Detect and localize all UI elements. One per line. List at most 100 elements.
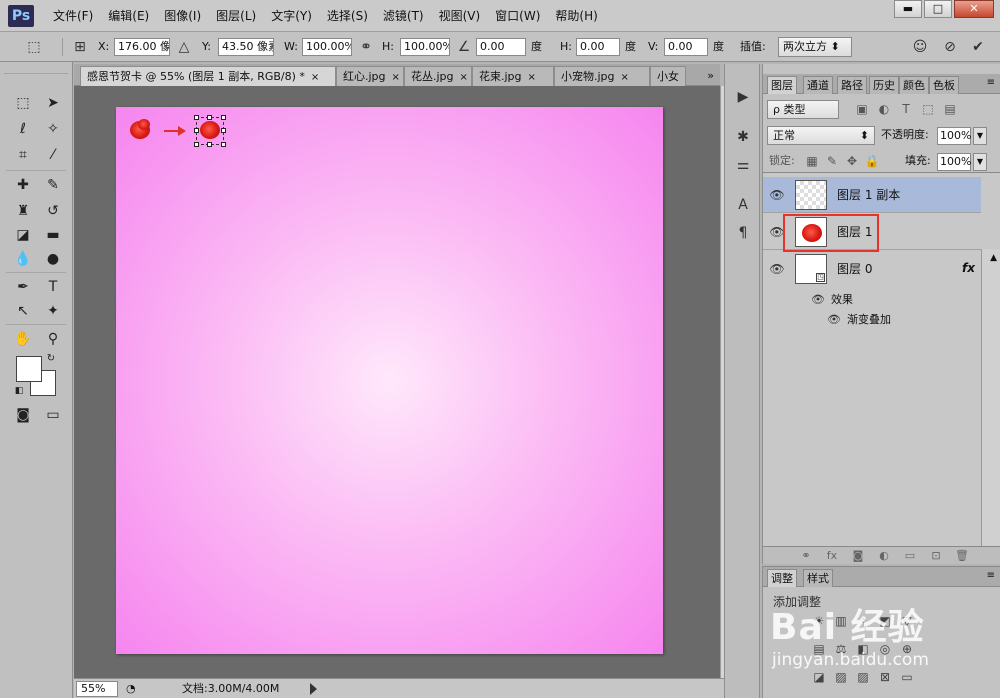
document-canvas[interactable]	[116, 107, 663, 654]
canvas-workspace[interactable]	[74, 86, 720, 678]
menu-view[interactable]: 视图(V)	[434, 0, 486, 32]
height-scale-input[interactable]: 100.00%	[400, 38, 450, 56]
close-window-button[interactable]: ✕	[954, 0, 994, 18]
actions-play-icon[interactable]: ▶	[730, 86, 756, 108]
filter-adjustment-icon[interactable]: ◐	[875, 100, 893, 118]
lock-image-icon[interactable]: ✎	[823, 152, 841, 170]
character-panel-icon[interactable]: A	[730, 194, 756, 216]
tab-styles[interactable]: 样式	[803, 569, 833, 587]
lock-transparent-icon[interactable]: ▦	[803, 152, 821, 170]
v-skew-input[interactable]: 0.00	[664, 38, 708, 56]
default-colors-icon[interactable]: ◧	[12, 384, 26, 398]
transform-handle[interactable]	[194, 142, 199, 147]
tab-close-icon[interactable]: ×	[392, 72, 400, 83]
effects-row[interactable]: 👁 效果	[811, 291, 853, 309]
maximize-button[interactable]: □	[924, 0, 952, 18]
type-tool-icon[interactable]: T	[40, 276, 66, 298]
new-adjustment-icon[interactable]: ◐	[875, 548, 893, 564]
lock-position-icon[interactable]: ✥	[843, 152, 861, 170]
fill-input[interactable]: 100%	[937, 153, 971, 171]
transform-handle[interactable]	[207, 142, 212, 147]
add-style-icon[interactable]: fx	[823, 548, 841, 564]
move-tool-icon[interactable]: ➤	[40, 92, 66, 114]
photo-filter-icon[interactable]: ◎	[877, 641, 893, 657]
status-menu-arrow-icon[interactable]	[310, 683, 317, 695]
history-brush-tool-icon[interactable]: ↺	[40, 200, 66, 222]
hue-saturation-icon[interactable]: ▤	[811, 641, 827, 657]
tab-channels[interactable]: 通道	[803, 76, 833, 94]
transform-handle[interactable]	[221, 142, 226, 147]
tab-swatches[interactable]: 色板	[929, 76, 959, 94]
brightness-icon[interactable]: ☀	[811, 613, 827, 629]
add-mask-icon[interactable]: ◙	[849, 548, 867, 564]
pen-tool-icon[interactable]: ✒	[10, 276, 36, 298]
posterize-icon[interactable]: ▨	[833, 669, 849, 685]
color-balance-icon[interactable]: ⚖	[833, 641, 849, 657]
zoom-level-input[interactable]: 55%	[76, 681, 118, 697]
minimize-button[interactable]: ▬	[894, 0, 922, 18]
transform-handle[interactable]	[194, 128, 199, 133]
tab-close-icon[interactable]: ×	[460, 72, 468, 83]
cancel-transform-icon[interactable]: ⊘	[940, 37, 960, 57]
dodge-tool-icon[interactable]: ●	[40, 248, 66, 270]
new-group-icon[interactable]: ▭	[901, 548, 919, 564]
tab-color[interactable]: 颜色	[899, 76, 929, 94]
interpolation-select[interactable]: 两次立方 ⬍	[778, 37, 852, 57]
x-position-input[interactable]: 176.00 像素	[114, 38, 170, 56]
marquee-tool-icon[interactable]: ⬚	[10, 92, 36, 114]
tab-close-icon[interactable]: ×	[621, 72, 629, 83]
tab-adjustments[interactable]: 调整	[767, 569, 797, 587]
magic-wand-tool-icon[interactable]: ✧	[40, 118, 66, 140]
lock-all-icon[interactable]: 🔒	[863, 152, 881, 170]
effects-eye-icon[interactable]: 👁	[811, 293, 825, 306]
menu-layer[interactable]: 图层(L)	[211, 0, 261, 32]
menu-file[interactable]: 文件(F)	[48, 0, 98, 32]
visibility-eye-icon[interactable]: 👁	[769, 261, 785, 277]
tab-paths[interactable]: 路径	[837, 76, 867, 94]
blend-mode-select[interactable]: 正常 ⬍	[767, 126, 875, 145]
layer-filter-kind-select[interactable]: ρ 类型	[767, 100, 839, 119]
effect-item-row[interactable]: 👁 渐变叠加	[827, 311, 891, 329]
effect-eye-icon[interactable]: 👁	[827, 313, 841, 326]
swap-colors-icon[interactable]: ↻	[44, 352, 58, 366]
tab-history[interactable]: 历史	[869, 76, 899, 94]
filter-type-icon[interactable]: T	[897, 100, 915, 118]
opacity-input[interactable]: 100%	[937, 127, 971, 145]
channel-mixer-icon[interactable]: ⊕	[899, 641, 915, 657]
tab-document[interactable]: 小女	[650, 66, 686, 86]
fill-dropdown-icon[interactable]: ▼	[973, 153, 987, 171]
adjustments-menu-icon[interactable]: ≡	[987, 570, 995, 581]
layer-row[interactable]: 👁 ◳ 图层 0 fx	[763, 251, 981, 287]
layer-list-scrollbar[interactable]	[981, 249, 1000, 547]
transform-handle[interactable]	[207, 115, 212, 120]
tab-document[interactable]: 花丛.jpg ×	[404, 66, 472, 86]
h-skew-input[interactable]: 0.00	[576, 38, 620, 56]
screen-mode-icon[interactable]: ▭	[40, 404, 66, 426]
hand-tool-icon[interactable]: ✋	[10, 328, 36, 350]
curves-icon[interactable]: ⌇	[855, 613, 871, 629]
menu-select[interactable]: 选择(S)	[322, 0, 373, 32]
brush-tool-icon[interactable]: ✎	[40, 174, 66, 196]
threshold-icon[interactable]: ▨	[855, 669, 871, 685]
visibility-eye-icon[interactable]: 👁	[769, 187, 785, 203]
layer-effects-icon[interactable]: fx	[962, 261, 975, 275]
panel-menu-icon[interactable]: ≡	[987, 77, 995, 88]
reference-point-icon[interactable]: ⊞	[70, 37, 90, 57]
tab-layers[interactable]: 图层	[767, 76, 797, 94]
healing-brush-tool-icon[interactable]: ✚	[10, 174, 36, 196]
tab-document-active[interactable]: 感恩节贺卡 @ 55% (图层 1 副本, RGB/8) * ×	[80, 66, 336, 86]
gradient-map-icon[interactable]: ▭	[899, 669, 915, 685]
transform-tool-icon[interactable]: ⬚	[24, 37, 44, 57]
filter-pixel-icon[interactable]: ▣	[853, 100, 871, 118]
vibrance-icon[interactable]: ▽	[899, 613, 915, 629]
tab-close-icon[interactable]: ×	[528, 72, 536, 83]
tab-document[interactable]: 红心.jpg ×	[336, 66, 404, 86]
transform-handle[interactable]	[194, 115, 199, 120]
foreground-color-swatch[interactable]	[16, 356, 42, 382]
warp-mode-icon[interactable]: ☺	[910, 37, 930, 57]
filter-smart-object-icon[interactable]: ▤	[941, 100, 959, 118]
menu-type[interactable]: 文字(Y)	[266, 0, 317, 32]
blur-tool-icon[interactable]: 💧	[10, 248, 36, 270]
rotate-angle-input[interactable]: 0.00	[476, 38, 526, 56]
scroll-up-arrow-icon[interactable]: ▲	[990, 253, 997, 263]
